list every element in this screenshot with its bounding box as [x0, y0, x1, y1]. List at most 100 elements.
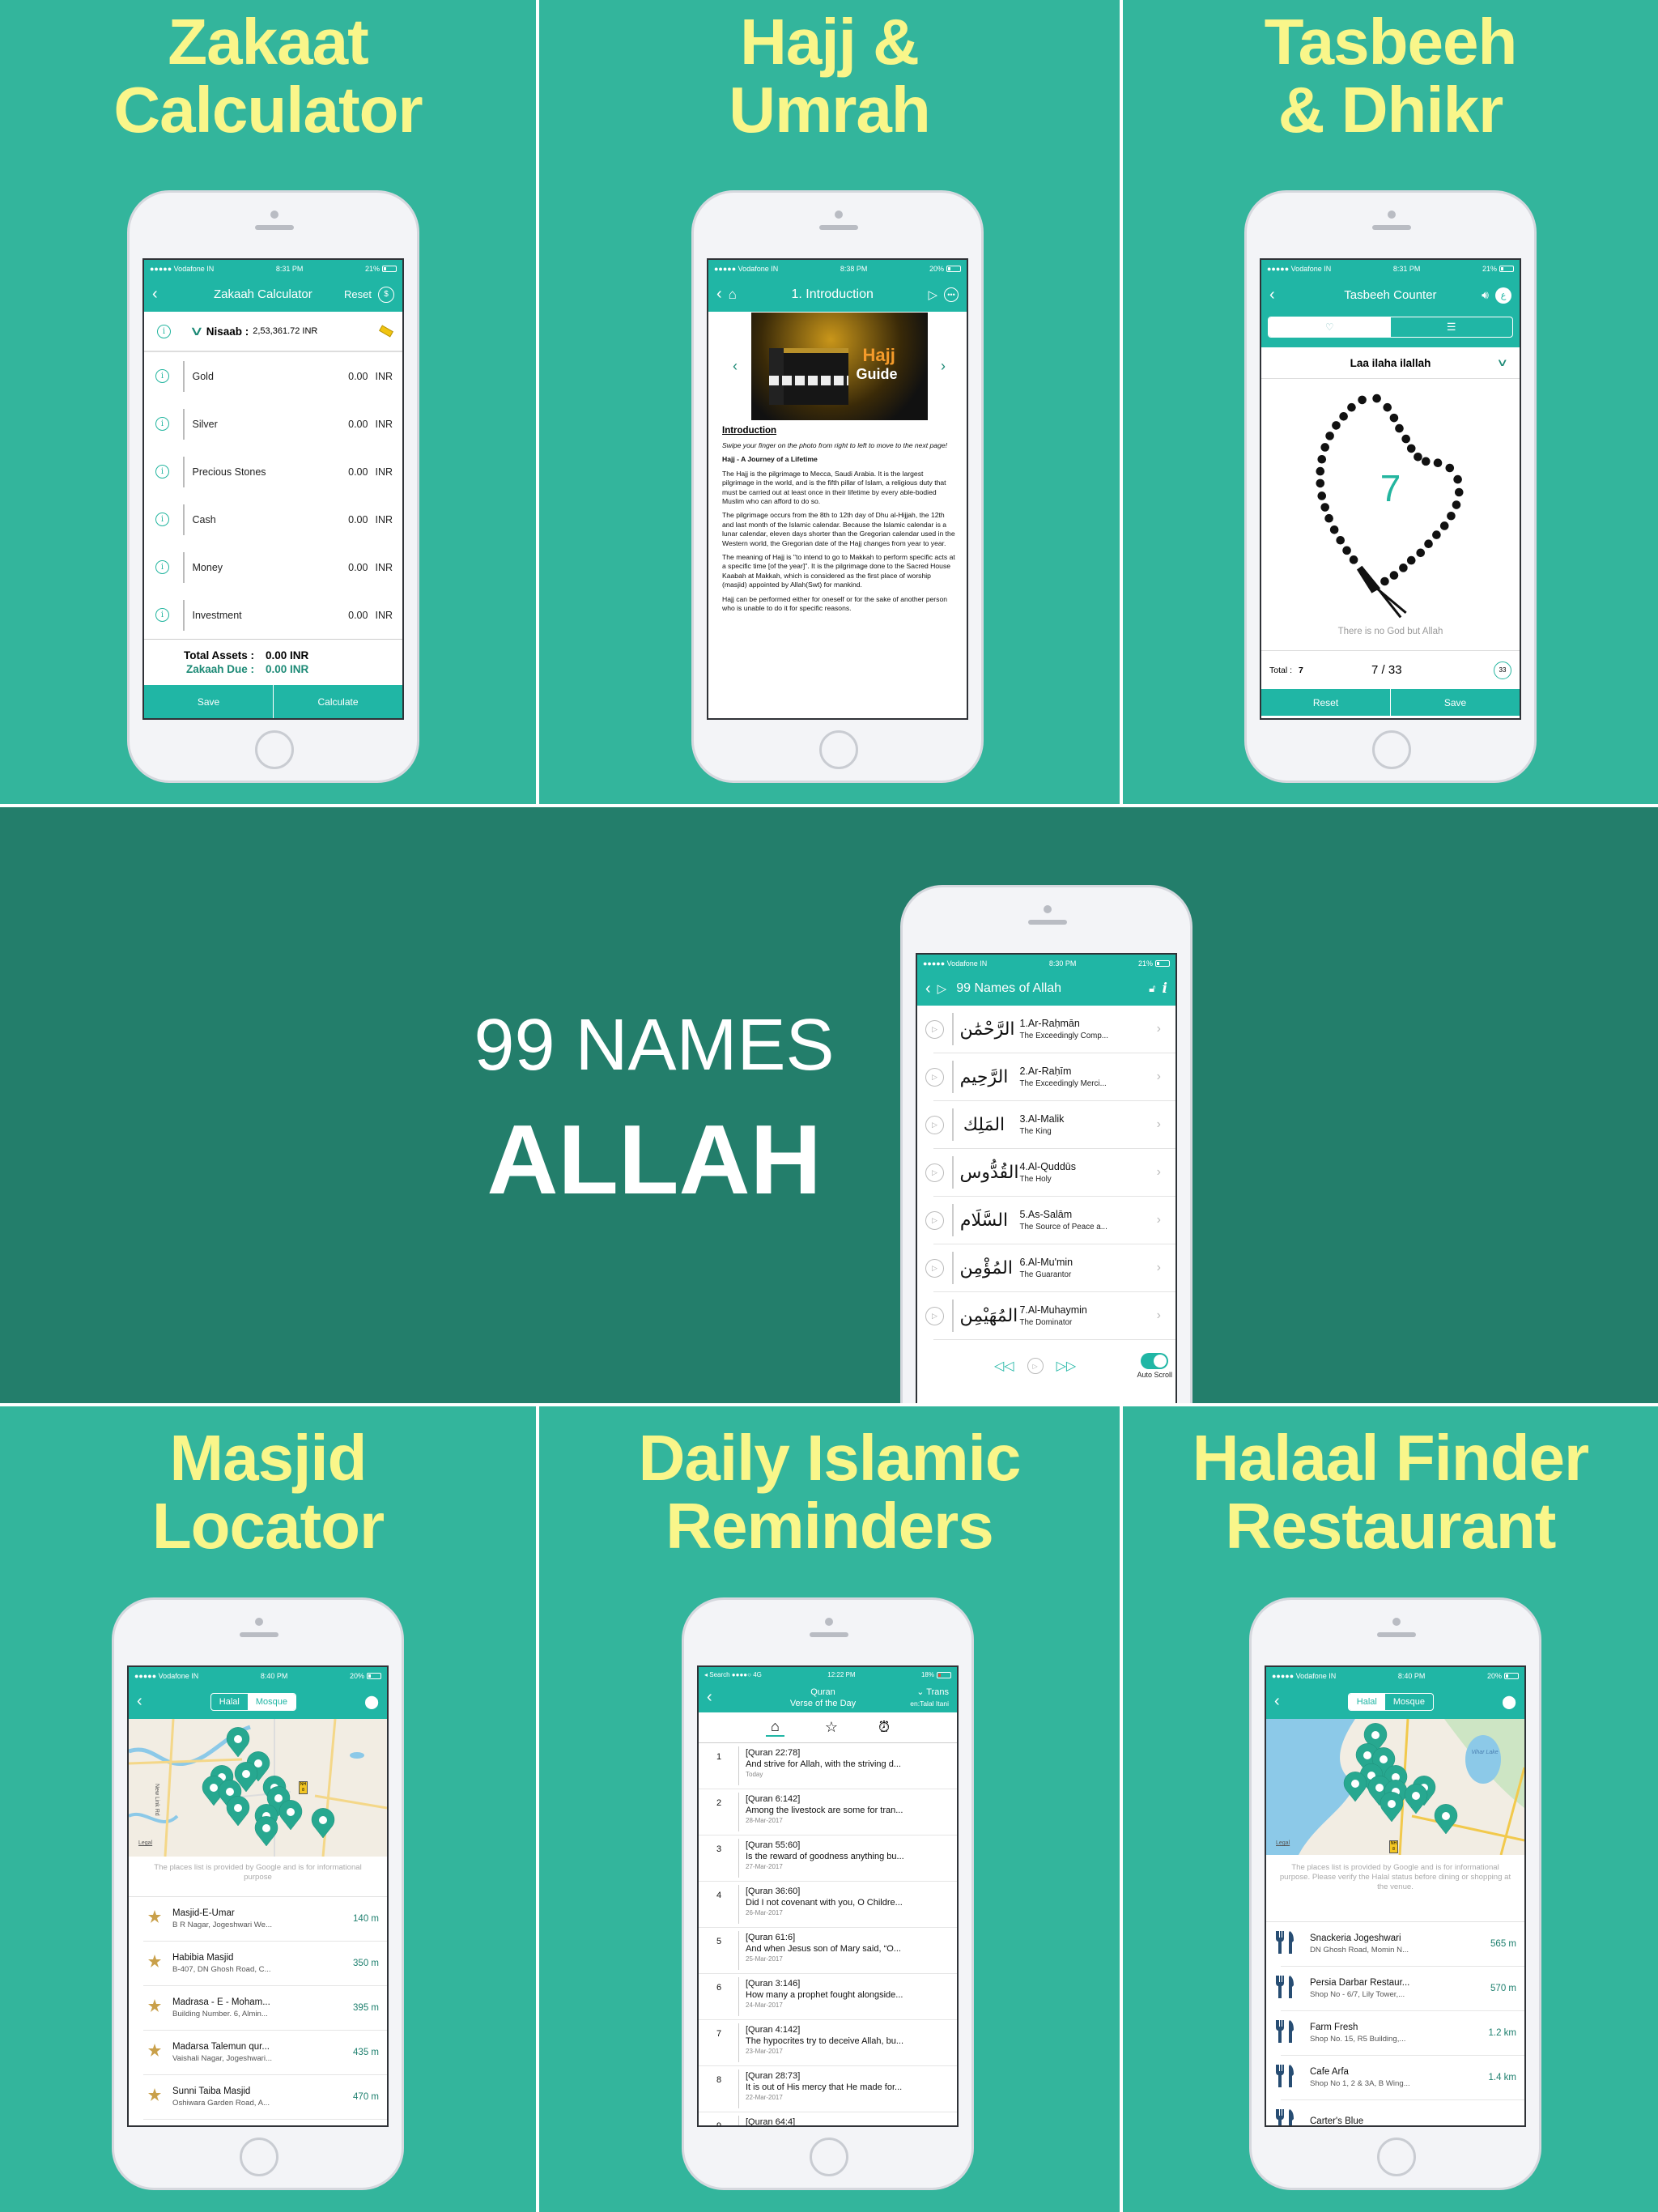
home-button[interactable] — [810, 2138, 848, 2176]
map-view[interactable]: New Link Rd NH 8 Legal — [129, 1719, 387, 1857]
place-row[interactable]: Cafe Arfa Shop No 1, 2 & 3A, B Wing... 1.4… — [1276, 2056, 1524, 2100]
bead-counter-area[interactable]: 7 There is no God but Allah — [1261, 379, 1520, 650]
legal-link[interactable]: Legal — [138, 1840, 152, 1846]
next-arrow-icon[interactable]: › — [941, 358, 946, 375]
play-icon[interactable]: ▷ — [1027, 1358, 1044, 1374]
home-icon[interactable]: ⌂ — [729, 287, 737, 303]
back-button[interactable]: ‹ — [1269, 286, 1275, 304]
mosque-pin-icon[interactable]: ⬤ — [364, 1694, 379, 1710]
back-button[interactable]: ‹ — [716, 285, 722, 304]
place-row[interactable]: Persia Darbar Restaur... Shop No - 6/7, L… — [1276, 1967, 1524, 2011]
place-row[interactable]: Masjid-E-Umar B R Nagar, Jogeshwari We...… — [135, 1897, 387, 1942]
asset-row[interactable]: i Gold 0.00 INR — [144, 352, 402, 400]
name-row[interactable]: ▷ المَلِك 3.Al-Malik The King › — [925, 1101, 1175, 1149]
back-button[interactable]: ‹ — [707, 1688, 755, 1707]
play-icon[interactable]: ▷ — [928, 287, 937, 302]
verse-row[interactable]: 5 [Quran 61:6] And when Jesus son of Mary … — [699, 1928, 957, 1974]
play-audio-icon[interactable]: ▷ — [925, 1163, 944, 1182]
verse-row[interactable]: 1 [Quran 22:78] And strive for Allah, with… — [699, 1743, 957, 1789]
asset-value-input[interactable]: 0.00 — [348, 466, 368, 478]
place-row[interactable]: Snackeria Jogeshwari DN Ghosh Road, Momin… — [1276, 1922, 1524, 1967]
map-view[interactable]: Vihar Lake NH 8 Legal — [1266, 1719, 1524, 1855]
name-row[interactable]: ▷ المُهَيْمِن 7.Al-Muhaymin The Dominator › — [925, 1292, 1175, 1340]
currency-exchange-icon[interactable]: $ — [378, 286, 394, 303]
asset-row[interactable]: i Precious Stones 0.00 INR — [144, 448, 402, 496]
map-canvas[interactable] — [1266, 1719, 1524, 1855]
list-view-tab[interactable]: ☰ — [1391, 317, 1513, 337]
info-icon[interactable]: i — [155, 560, 169, 574]
verse-row[interactable]: 4 [Quran 36:60] Did I not covenant with yo… — [699, 1882, 957, 1928]
home-tab-icon[interactable]: ⌂ — [765, 1718, 784, 1737]
name-row[interactable]: ▷ السَّلَام 5.As-Salām The Source of Peace … — [925, 1197, 1175, 1244]
asset-value-input[interactable]: 0.00 — [348, 419, 368, 430]
alarm-tab-icon[interactable]: ⏰︎ — [878, 1719, 890, 1736]
place-row[interactable]: Sunni Taiba Masjid Oshiwara Garden Road, … — [135, 2075, 387, 2120]
target-button[interactable]: 33 — [1494, 661, 1511, 679]
back-button[interactable]: ‹ — [152, 285, 158, 304]
beads-view-tab[interactable]: ♡ — [1269, 317, 1391, 337]
back-button[interactable]: ‹ — [1274, 1692, 1280, 1711]
chevron-down-icon[interactable]: ∨ — [189, 323, 204, 339]
asset-row[interactable]: i Cash 0.00 INR — [144, 496, 402, 543]
info-icon[interactable]: i — [155, 465, 169, 479]
back-button[interactable]: ‹ — [137, 1692, 142, 1711]
tab-mosque[interactable]: Mosque — [1385, 1694, 1433, 1710]
info-button[interactable]: i — [1163, 981, 1167, 997]
place-row[interactable]: Carter's Blue — [1276, 2100, 1524, 2125]
legal-link[interactable]: Legal — [1276, 1840, 1290, 1846]
dhikr-selector[interactable]: Laa ilaha ilallah ∨ — [1261, 347, 1520, 379]
asset-value-input[interactable]: 0.00 — [348, 514, 368, 525]
info-icon[interactable]: i — [155, 608, 169, 622]
asset-value-input[interactable]: 0.00 — [348, 610, 368, 621]
map-canvas[interactable] — [129, 1719, 387, 1857]
home-button[interactable] — [1377, 2138, 1416, 2176]
play-audio-icon[interactable]: ▷ — [925, 1067, 944, 1087]
asset-row[interactable]: i Investment 0.00 INR — [144, 591, 402, 639]
name-row[interactable]: ▷ الرَّحْمَٰن 1.Ar-Raḥmān The Exceedingly C… — [925, 1006, 1175, 1053]
language-icon[interactable]: ع — [1495, 287, 1511, 304]
chevron-down-icon[interactable]: ∨ — [1497, 356, 1509, 369]
more-icon[interactable]: ••• — [944, 287, 959, 302]
back-button[interactable]: ‹ — [925, 980, 931, 998]
play-icon[interactable]: ▷ — [937, 981, 947, 996]
save-button[interactable]: Save — [144, 685, 273, 718]
unlock-icon[interactable]: 🔓︎ — [1149, 982, 1155, 995]
reset-button[interactable]: Reset — [1261, 689, 1390, 716]
image-carousel[interactable]: ‹ Hajj Guide › — [708, 312, 967, 421]
place-row[interactable]: Farm Fresh Shop No. 15, R5 Building,... 1.… — [1276, 2011, 1524, 2056]
info-icon[interactable]: i — [155, 369, 169, 383]
play-audio-icon[interactable]: ▷ — [925, 1258, 944, 1278]
mosque-pin-icon[interactable]: ⬤ — [1502, 1694, 1516, 1710]
place-row[interactable]: Madarsa Talemun qur... Vaishali Nagar, Jo… — [135, 2031, 387, 2075]
translation-selector[interactable]: ⌄ Trans en:Talal Itani — [891, 1687, 949, 1709]
prayer-beads[interactable] — [1261, 379, 1520, 650]
home-button[interactable] — [819, 730, 858, 769]
verse-row[interactable]: 8 [Quran 28:73] It is out of His mercy tha… — [699, 2066, 957, 2112]
home-button[interactable] — [255, 730, 294, 769]
asset-value-input[interactable]: 0.00 — [348, 371, 368, 382]
verse-row[interactable]: 7 [Quran 4:142] The hypocrites try to dece… — [699, 2020, 957, 2066]
verse-row[interactable]: 2 [Quran 6:142] Among the livestock are so… — [699, 1789, 957, 1836]
nisaab-row[interactable]: i ∨ Nisaab : 2,53,361.72 INR — [144, 312, 402, 352]
fast-forward-icon[interactable]: ▷▷ — [1056, 1358, 1077, 1374]
prev-arrow-icon[interactable]: ‹ — [733, 358, 738, 375]
auto-scroll-toggle[interactable] — [1141, 1353, 1169, 1369]
sound-icon[interactable]: 🔊︎ — [1482, 288, 1489, 302]
info-icon[interactable]: i — [155, 513, 169, 526]
tab-mosque[interactable]: Mosque — [247, 1693, 295, 1710]
play-audio-icon[interactable]: ▷ — [925, 1115, 944, 1134]
asset-row[interactable]: i Silver 0.00 INR — [144, 400, 402, 448]
play-audio-icon[interactable]: ▷ — [925, 1210, 944, 1230]
name-row[interactable]: ▷ القُدُّوس 4.Al-Quddūs The Holy › — [925, 1149, 1175, 1197]
info-icon[interactable]: i — [155, 417, 169, 431]
rewind-icon[interactable]: ◁◁ — [994, 1358, 1014, 1374]
calculate-button[interactable]: Calculate — [273, 685, 402, 718]
home-button[interactable] — [240, 2138, 278, 2176]
name-row[interactable]: ▷ المُؤْمِن 6.Al-Mu'min The Guarantor › — [925, 1244, 1175, 1292]
name-row[interactable]: ▷ الرَّحِيم 2.Ar-Raḥīm The Exceedingly Merc… — [925, 1053, 1175, 1101]
info-icon[interactable]: i — [157, 324, 171, 338]
save-button[interactable]: Save — [1390, 689, 1520, 716]
asset-row[interactable]: i Money 0.00 INR — [144, 543, 402, 591]
home-button[interactable] — [1372, 730, 1411, 769]
place-row[interactable]: Madrasa - E - Moham... Building Number. 6… — [135, 1986, 387, 2031]
